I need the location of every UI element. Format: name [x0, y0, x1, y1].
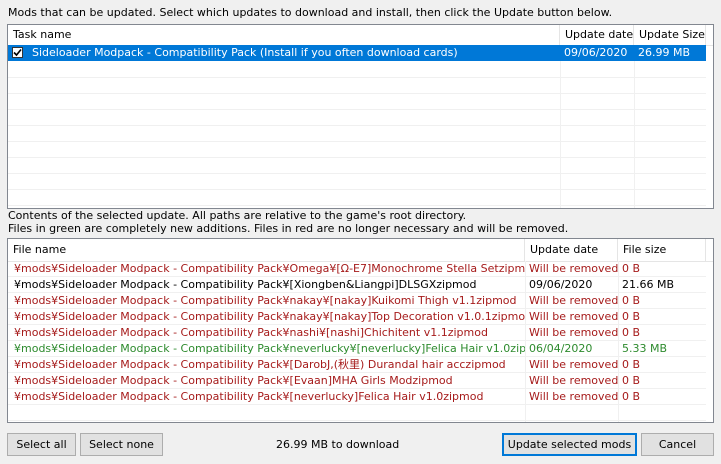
download-size-status: 26.99 MB to download: [276, 438, 400, 451]
file-row[interactable]: ¥mods¥Sideloader Modpack - Compatibility…: [8, 325, 706, 341]
file-row[interactable]: ¥mods¥Sideloader Modpack - Compatibility…: [8, 357, 706, 373]
file-row[interactable]: ¥mods¥Sideloader Modpack - Compatibility…: [8, 261, 706, 277]
file-update-date: Will be removed: [529, 374, 618, 387]
file-row[interactable]: ¥mods¥Sideloader Modpack - Compatibility…: [8, 373, 706, 389]
empty-row: [8, 405, 706, 421]
select-none-button[interactable]: Select none: [80, 433, 163, 456]
file-size: 21.66 MB: [622, 278, 675, 291]
file-name: ¥mods¥Sideloader Modpack - Compatibility…: [14, 262, 525, 275]
file-name: ¥mods¥Sideloader Modpack - Compatibility…: [14, 342, 525, 355]
file-row[interactable]: ¥mods¥Sideloader Modpack - Compatibility…: [8, 309, 706, 325]
empty-row: [8, 142, 706, 158]
file-size: 0 B: [622, 374, 641, 387]
file-row[interactable]: ¥mods¥Sideloader Modpack - Compatibility…: [8, 389, 706, 405]
file-row[interactable]: ¥mods¥Sideloader Modpack - Compatibility…: [8, 293, 706, 309]
updates-list-header: Task name Update date Update Size: [8, 25, 713, 46]
update-size: 26.99 MB: [638, 46, 691, 59]
select-all-button[interactable]: Select all: [7, 433, 76, 456]
file-update-date: Will be removed: [529, 326, 618, 339]
file-update-date: Will be removed: [529, 358, 618, 371]
column-divider: [634, 45, 635, 208]
file-size: 0 B: [622, 326, 641, 339]
empty-row: [8, 190, 706, 206]
empty-row: [8, 78, 706, 94]
updates-list[interactable]: Task name Update date Update Size Sidelo…: [7, 24, 714, 209]
file-row[interactable]: ¥mods¥Sideloader Modpack - Compatibility…: [8, 277, 706, 293]
file-update-date: Will be removed: [529, 310, 618, 323]
file-name: ¥mods¥Sideloader Modpack - Compatibility…: [14, 278, 477, 291]
checkmark-icon: [13, 48, 22, 57]
file-size: 0 B: [622, 262, 641, 275]
file-update-date: Will be removed: [529, 390, 618, 403]
file-update-date: 06/04/2020: [529, 342, 593, 355]
column-header-file-update-date[interactable]: Update date: [525, 239, 618, 261]
contents-info-line1: Contents of the selected update. All pat…: [8, 209, 467, 222]
update-row[interactable]: Sideloader Modpack - Compatibility Pack …: [8, 45, 706, 61]
column-header-task-name[interactable]: Task name: [8, 25, 560, 45]
update-selected-mods-button[interactable]: Update selected mods: [502, 433, 637, 456]
file-row[interactable]: ¥mods¥Sideloader Modpack - Compatibility…: [8, 341, 706, 357]
update-checkbox[interactable]: [12, 47, 23, 58]
update-task-name: Sideloader Modpack - Compatibility Pack …: [32, 46, 458, 59]
column-divider: [560, 45, 561, 208]
column-header-file-size[interactable]: File size: [618, 239, 706, 261]
file-update-date: Will be removed: [529, 294, 618, 307]
files-list-header: File name Update date File size: [8, 239, 713, 262]
file-name: ¥mods¥Sideloader Modpack - Compatibility…: [14, 294, 517, 307]
file-name: ¥mods¥Sideloader Modpack - Compatibility…: [14, 310, 525, 323]
file-update-date: 09/06/2020: [529, 278, 593, 291]
file-size: 5.33 MB: [622, 342, 668, 355]
empty-row: [8, 110, 706, 126]
empty-row: [8, 174, 706, 190]
file-size: 0 B: [622, 390, 641, 403]
file-size: 0 B: [622, 310, 641, 323]
column-header-file-name[interactable]: File name: [8, 239, 525, 261]
updates-description: Mods that can be updated. Select which u…: [8, 6, 613, 19]
files-list[interactable]: File name Update date File size ¥mods¥Si…: [7, 238, 714, 423]
update-date: 09/06/2020: [564, 46, 628, 59]
empty-row: [8, 62, 706, 78]
column-header-update-size[interactable]: Update Size: [634, 25, 706, 45]
file-name: ¥mods¥Sideloader Modpack - Compatibility…: [14, 358, 506, 371]
file-size: 0 B: [622, 294, 641, 307]
empty-row: [8, 126, 706, 142]
contents-info-line2: Files in green are completely new additi…: [8, 222, 569, 235]
empty-row: [8, 158, 706, 174]
file-name: ¥mods¥Sideloader Modpack - Compatibility…: [14, 326, 488, 339]
cancel-button[interactable]: Cancel: [641, 433, 714, 456]
file-update-date: Will be removed: [529, 262, 618, 275]
file-size: 0 B: [622, 358, 641, 371]
file-name: ¥mods¥Sideloader Modpack - Compatibility…: [14, 390, 484, 403]
column-header-update-date[interactable]: Update date: [560, 25, 634, 45]
empty-row: [8, 94, 706, 110]
file-name: ¥mods¥Sideloader Modpack - Compatibility…: [14, 374, 453, 387]
